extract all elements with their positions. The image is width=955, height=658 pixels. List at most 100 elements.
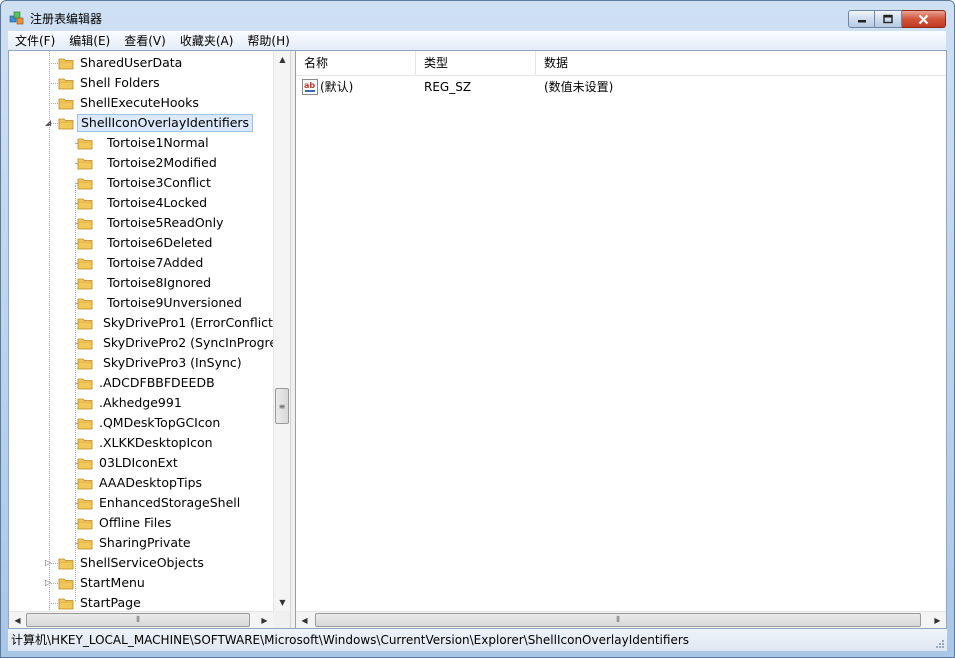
folder-icon	[77, 315, 93, 331]
folder-icon	[77, 435, 93, 451]
folder-icon	[58, 555, 74, 571]
folder-icon	[77, 495, 93, 511]
tree-item-label: AAADesktopTips	[99, 475, 203, 490]
scroll-left-button[interactable]: ◀	[296, 612, 313, 629]
tree-item-label: Tortoise1Normal	[99, 135, 209, 150]
folder-icon	[77, 535, 93, 551]
tree-item-label: .QMDeskTopGCIcon	[99, 415, 221, 430]
menu-bar: 文件(F) 编辑(E) 查看(V) 收藏夹(A) 帮助(H)	[8, 31, 946, 50]
tree-item-label: ShellExecuteHooks	[80, 95, 199, 110]
tree-item-label: StartPage	[80, 595, 141, 610]
folder-icon	[77, 135, 93, 151]
tree-item-label: Tortoise8Ignored	[99, 275, 212, 290]
folder-icon	[77, 355, 93, 371]
close-icon	[918, 14, 929, 24]
column-name[interactable]: 名称	[296, 51, 416, 75]
list-horizontal-scrollbar[interactable]: ◀ ⦀ ▶	[296, 611, 946, 628]
value-data: (数值未设置)	[544, 80, 614, 94]
arrow-up-icon: ▲	[279, 55, 286, 64]
tree-scroll-thumb[interactable]: ≡	[275, 388, 289, 424]
list-hscroll-thumb[interactable]: ⦀	[315, 613, 921, 627]
maximize-button[interactable]	[875, 10, 902, 28]
folder-icon	[77, 515, 93, 531]
folder-icon	[77, 375, 93, 391]
folder-icon	[77, 455, 93, 471]
scroll-up-button[interactable]: ▲	[274, 51, 290, 68]
minimize-button[interactable]	[848, 10, 875, 28]
menu-favorites[interactable]: 收藏夹(A)	[173, 32, 241, 49]
regedit-app-icon	[9, 10, 25, 26]
tree-item-label: .Akhedge991	[99, 395, 182, 410]
folder-icon	[58, 115, 74, 131]
folder-icon	[58, 55, 74, 71]
folder-icon	[58, 595, 74, 611]
tree-item-label: SkyDrivePro2 (SyncInProgress)	[99, 335, 290, 350]
column-type[interactable]: 类型	[416, 51, 536, 75]
scroll-right-button[interactable]: ▶	[256, 612, 273, 628]
column-data[interactable]: 数据	[536, 51, 946, 75]
tree-item-label: ShellIconOverlayIdentifiers	[77, 114, 254, 132]
tree-item-label: 03LDIconExt	[99, 455, 178, 470]
minimize-icon	[857, 20, 866, 23]
tree-item-label: Offline Files	[99, 515, 172, 530]
registry-tree[interactable]: SharedUserData Shell Folders ShellExecuteH…	[9, 51, 290, 628]
scroll-right-button[interactable]: ▶	[929, 612, 946, 629]
arrow-right-icon: ▶	[934, 616, 941, 625]
svg-text:ab: ab	[304, 81, 315, 90]
arrow-left-icon: ◀	[301, 616, 308, 625]
folder-icon	[77, 215, 93, 231]
folder-icon	[77, 335, 93, 351]
folder-icon	[77, 475, 93, 491]
column-header: 名称 类型 数据	[296, 51, 946, 76]
menu-view[interactable]: 查看(V)	[117, 32, 173, 49]
arrow-right-icon: ▶	[261, 616, 268, 625]
tree-item-label: SharedUserData	[80, 55, 183, 70]
tree-guide-line	[75, 185, 76, 601]
close-button[interactable]	[902, 10, 946, 28]
status-path: 计算机\HKEY_LOCAL_MACHINE\SOFTWARE\Microsof…	[11, 633, 690, 647]
tree-item-label: Tortoise3Conflict	[99, 175, 211, 190]
folder-icon	[77, 175, 93, 191]
menu-edit[interactable]: 编辑(E)	[62, 32, 117, 49]
tree-item-label: SkyDrivePro3 (InSync)	[99, 355, 242, 370]
list-item[interactable]: ab (默认) REG_SZ (数值未设置)	[296, 77, 946, 97]
tree-item-label: Tortoise7Added	[99, 255, 204, 270]
folder-icon	[58, 575, 74, 591]
folder-icon	[77, 255, 93, 271]
grip-icon: ⦀	[616, 615, 620, 624]
menu-file[interactable]: 文件(F)	[8, 32, 62, 49]
tree-item-label: Tortoise6Deleted	[99, 235, 213, 250]
menu-help[interactable]: 帮助(H)	[240, 32, 296, 49]
tree-guide-line	[49, 51, 50, 628]
arrow-left-icon: ◀	[14, 616, 21, 625]
tree-item-label: .XLKKDesktopIcon	[99, 435, 213, 450]
tree-item-label: Tortoise5ReadOnly	[99, 215, 224, 230]
tree-item-label: Tortoise9Unversioned	[99, 295, 242, 310]
scroll-left-button[interactable]: ◀	[9, 612, 26, 628]
values-list[interactable]: 名称 类型 数据 ab (默认) REG_SZ (数值未设置) ◀ ⦀ ▶	[296, 51, 946, 628]
scroll-down-button[interactable]: ▼	[274, 594, 290, 611]
status-bar: 计算机\HKEY_LOCAL_MACHINE\SOFTWARE\Microsof…	[8, 629, 947, 651]
tree-item-label: EnhancedStorageShell	[99, 495, 241, 510]
grip-icon: ⦀	[136, 615, 140, 624]
tree-hscroll-thumb[interactable]: ⦀	[26, 613, 250, 627]
folder-icon	[77, 395, 93, 411]
resize-grip-icon[interactable]	[935, 639, 945, 649]
maximize-icon	[883, 14, 893, 24]
registry-editor-window: 注册表编辑器 文件(F) 编辑(E) 查看(V) 收藏夹(A) 帮助(H) Sh…	[0, 0, 955, 658]
client-area: SharedUserData Shell Folders ShellExecuteH…	[8, 50, 947, 629]
tree-item-label: Tortoise4Locked	[99, 195, 208, 210]
tree-horizontal-scrollbar[interactable]: ◀ ⦀ ▶	[9, 611, 273, 628]
folder-icon	[77, 195, 93, 211]
tree-vertical-scrollbar[interactable]: ▲ ≡ ▼	[273, 51, 290, 611]
tree-item-label: SkyDrivePro1 (ErrorConflict)	[99, 315, 278, 330]
scroll-corner	[273, 611, 290, 628]
grip-icon: ≡	[278, 401, 286, 411]
tree-item-label: Tortoise2Modified	[99, 155, 217, 170]
tree-item-label: Shell Folders	[80, 75, 160, 90]
caption-buttons	[848, 10, 946, 29]
tree-item-label: SharingPrivate	[99, 535, 191, 550]
title-bar[interactable]: 注册表编辑器	[1, 1, 954, 33]
folder-icon	[77, 235, 93, 251]
tree-item-label: ShellServiceObjects	[80, 555, 204, 570]
